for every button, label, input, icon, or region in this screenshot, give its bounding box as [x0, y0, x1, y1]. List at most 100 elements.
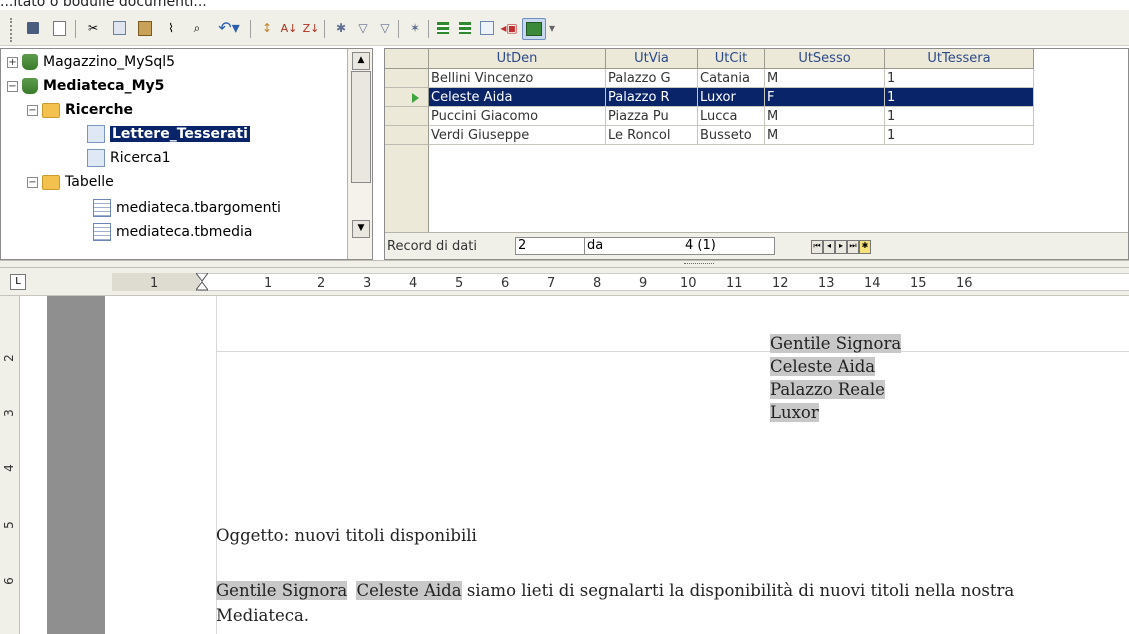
format-paintbrush-icon[interactable]: ⌇ — [162, 18, 180, 38]
ruler-number: 8 — [593, 276, 602, 291]
row-header[interactable] — [385, 126, 429, 145]
table-cell[interactable]: Busseto — [698, 126, 765, 145]
collapse-icon[interactable]: − — [7, 80, 18, 92]
mail-merge-icon[interactable] — [456, 18, 474, 38]
ruler-number: 13 — [818, 276, 835, 291]
column-header-utsesso[interactable]: UtSesso — [765, 49, 885, 69]
toolbar-overflow-icon[interactable]: ▾ — [548, 18, 556, 38]
find-icon[interactable]: ⌕ — [188, 18, 206, 38]
row-header[interactable] — [385, 88, 429, 107]
table-cell[interactable]: 1 — [885, 69, 1034, 88]
edit-icon[interactable] — [50, 18, 68, 38]
sort-icon[interactable]: ↕ — [258, 18, 276, 38]
paste-icon[interactable] — [136, 18, 154, 38]
collapse-icon[interactable]: − — [27, 176, 38, 188]
grid-corner — [385, 49, 429, 69]
table-cell[interactable]: Luxor — [698, 88, 765, 107]
merge-field-street[interactable]: Palazzo Reale — [770, 380, 885, 399]
merge-field-name[interactable]: Celeste Aida — [770, 357, 876, 376]
table-cell[interactable]: Puccini Giacomo — [429, 107, 606, 126]
merge-field-name[interactable]: Celeste Aida — [356, 581, 462, 600]
merge-field-salutation[interactable]: Gentile Signora — [216, 581, 348, 600]
indent-marker-icon[interactable] — [196, 273, 208, 291]
table-cell[interactable]: 1 — [885, 126, 1034, 145]
scroll-up-icon[interactable]: ▲ — [352, 52, 370, 70]
sort-ascending-icon[interactable]: A↓ — [280, 18, 298, 38]
autofilter-icon[interactable]: ✱ — [332, 18, 350, 38]
tree-item-label: Mediateca_My5 — [43, 78, 165, 94]
column-header-uttessera[interactable]: UtTessera — [885, 49, 1034, 69]
panel-splitter[interactable] — [0, 260, 1129, 268]
merge-field-city[interactable]: Luxor — [770, 403, 819, 422]
next-record-icon[interactable]: ▸ — [835, 240, 847, 254]
address-block[interactable]: Gentile Signora Celeste Aida Palazzo Rea… — [770, 334, 902, 422]
column-header-utcit[interactable]: UtCit — [698, 49, 765, 69]
table-cell[interactable]: Celeste Aida — [429, 88, 606, 107]
table-cell[interactable]: M — [765, 69, 885, 88]
vertical-ruler[interactable]: 2 3 4 5 6 — [0, 296, 20, 634]
source-icon[interactable] — [478, 18, 496, 38]
expand-icon[interactable]: + — [7, 56, 18, 68]
copy-icon[interactable] — [110, 18, 128, 38]
table-cell[interactable]: 1 — [885, 107, 1034, 126]
tree-item-ricerca1[interactable]: Ricerca1 — [87, 147, 171, 169]
tree-item-tbmedia[interactable]: mediateca.tbmedia — [93, 221, 252, 243]
table-cell[interactable]: Le Roncol — [606, 126, 698, 145]
data-source-explorer-icon[interactable] — [522, 18, 546, 40]
column-header-utvia[interactable]: UtVia — [606, 49, 698, 69]
ruler-number: 2 — [1, 354, 16, 362]
data-to-fields-icon[interactable] — [434, 18, 452, 38]
standard-filter-icon[interactable]: ▽ — [354, 18, 372, 38]
record-number-field[interactable]: 2 — [515, 237, 585, 255]
ruler-number: 10 — [680, 276, 697, 291]
table-cell[interactable]: Lucca — [698, 107, 765, 126]
table-cell[interactable]: F — [765, 88, 885, 107]
explorer-toggle-icon[interactable]: ◂▣ — [500, 18, 518, 38]
document-page[interactable]: Gentile Signora Celeste Aida Palazzo Rea… — [105, 296, 1129, 634]
tab-stop-type-icon[interactable]: L — [10, 274, 26, 290]
database-icon — [22, 78, 38, 94]
tree-item-mediateca[interactable]: − Mediateca_My5 — [7, 75, 164, 97]
table-cell[interactable]: M — [765, 107, 885, 126]
new-record-icon[interactable]: ✱ — [859, 240, 871, 254]
scroll-thumb[interactable] — [351, 71, 371, 183]
cut-icon[interactable]: ✂ — [84, 18, 102, 38]
navigator-scrollbar[interactable]: ▲ ▼ — [347, 49, 372, 259]
letter-body-line2[interactable]: Mediateca. — [216, 606, 309, 625]
table-cell[interactable]: 1 — [885, 88, 1034, 107]
table-cell[interactable]: Palazzo G — [606, 69, 698, 88]
row-header[interactable] — [385, 107, 429, 126]
column-header-utden[interactable]: UtDen — [429, 49, 606, 69]
save-icon[interactable] — [24, 18, 42, 38]
toolbar-grip[interactable] — [10, 18, 16, 42]
sort-descending-icon[interactable]: Z↓ — [302, 18, 320, 38]
table-cell[interactable]: Palazzo R — [606, 88, 698, 107]
letter-subject[interactable]: Oggetto: nuovi titoli disponibili — [216, 526, 477, 545]
tree-item-magazzino[interactable]: + Magazzino_MySql5 — [7, 51, 175, 73]
last-record-icon[interactable]: ⏭ — [847, 240, 859, 254]
ruler-number: 9 — [639, 276, 648, 291]
tree-item-lettere-tesserati[interactable]: Lettere_Tesserati — [87, 123, 250, 145]
letter-body[interactable]: Gentile Signora Celeste Aida siamo lieti… — [216, 581, 1014, 600]
table-cell[interactable]: Piazza Pu — [606, 107, 698, 126]
merge-field-salutation[interactable]: Gentile Signora — [770, 334, 902, 353]
splitter-grip[interactable] — [684, 263, 714, 266]
horizontal-ruler[interactable]: L 1 1 2 3 4 5 6 7 8 9 10 11 12 13 14 15 … — [0, 268, 1129, 296]
table-cell[interactable]: Catania — [698, 69, 765, 88]
tree-item-tabelle[interactable]: − Tabelle — [27, 171, 114, 193]
table-cell[interactable]: M — [765, 126, 885, 145]
previous-record-icon[interactable]: ◂ — [823, 240, 835, 254]
tree-item-tbargomenti[interactable]: mediateca.tbargomenti — [93, 197, 281, 219]
remove-filter-icon[interactable]: ▽ — [376, 18, 394, 38]
table-cell[interactable]: Verdi Giuseppe — [429, 126, 606, 145]
undo-icon[interactable]: ↶▾ — [214, 18, 244, 38]
table-cell[interactable]: Bellini Vincenzo — [429, 69, 606, 88]
tree-item-label: Tabelle — [65, 174, 114, 190]
ruler-number: 3 — [363, 276, 372, 291]
first-record-icon[interactable]: ⏮ — [811, 240, 823, 254]
tree-item-ricerche[interactable]: − Ricerche — [27, 99, 133, 121]
row-header[interactable] — [385, 69, 429, 88]
data-to-text-icon[interactable]: ✶ — [406, 18, 424, 38]
scroll-down-icon[interactable]: ▼ — [352, 220, 370, 238]
collapse-icon[interactable]: − — [27, 104, 38, 116]
